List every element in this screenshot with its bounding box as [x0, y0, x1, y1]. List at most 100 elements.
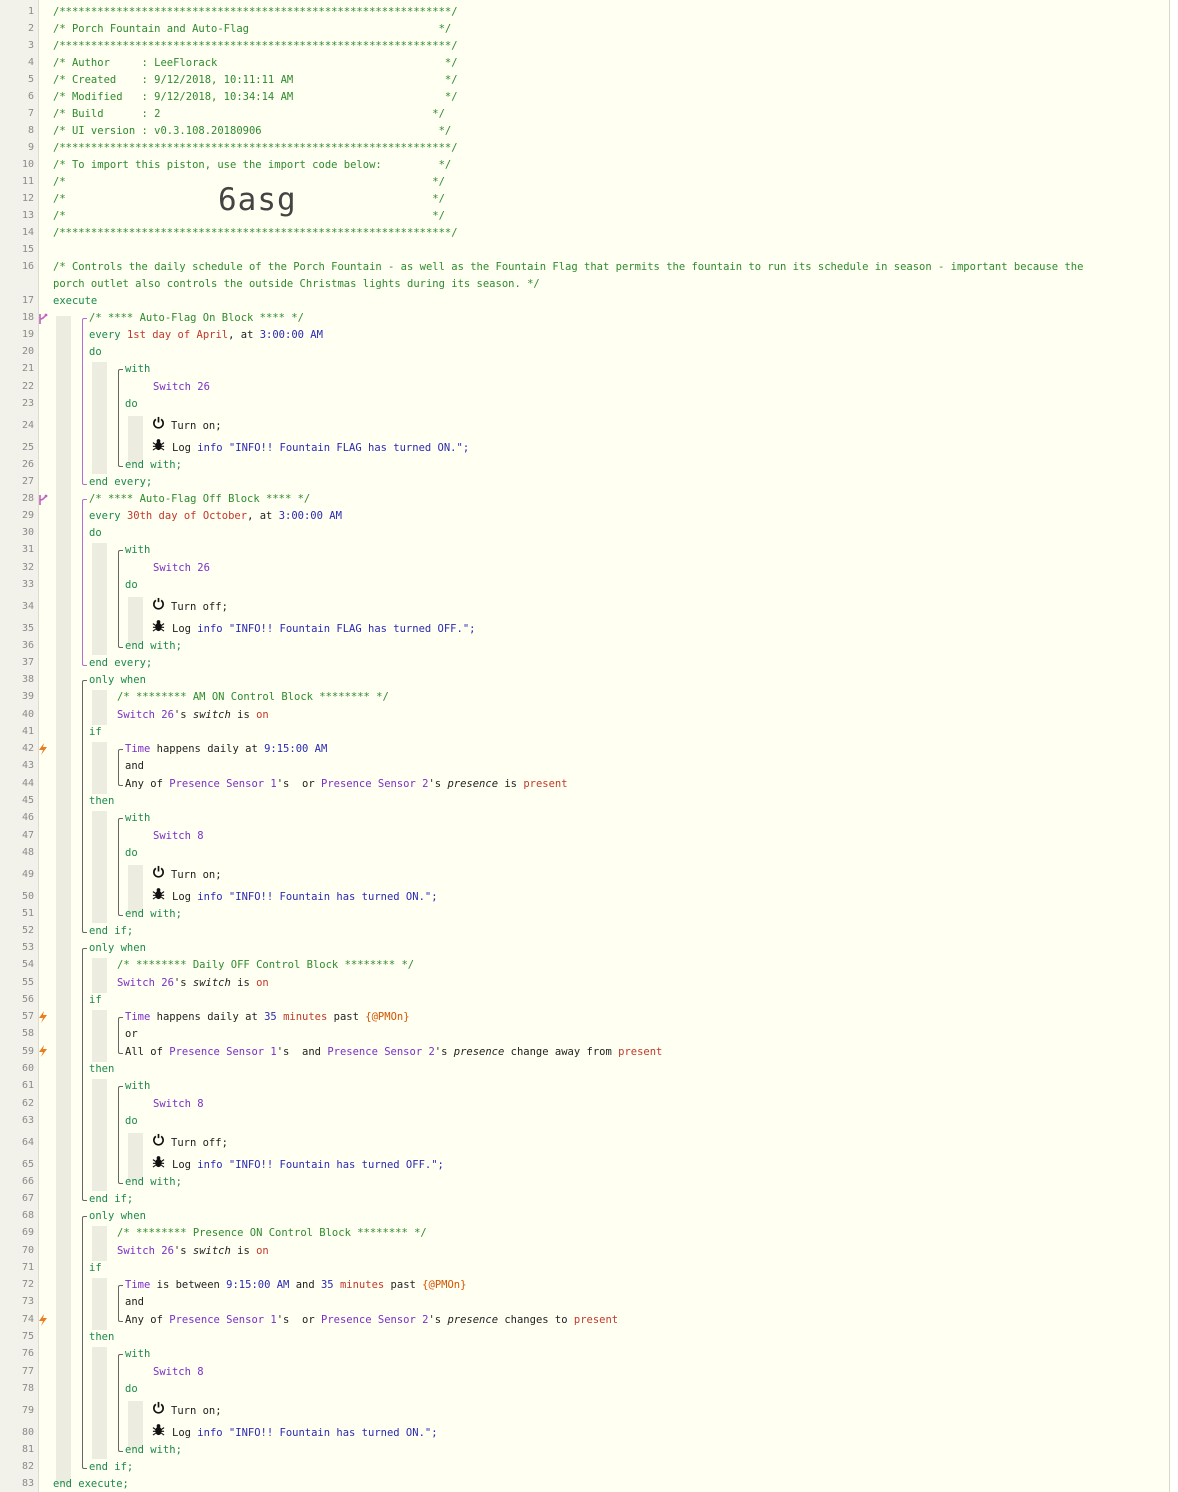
timer-branch-icon[interactable]	[38, 494, 48, 506]
logical-operator[interactable]: and	[125, 1296, 144, 1308]
do-keyword: do	[125, 579, 138, 591]
line-number: 59	[21, 1046, 34, 1057]
then-keyword: then	[89, 1063, 115, 1075]
line-number: 39	[21, 691, 34, 702]
import-code[interactable]: 6asg	[218, 182, 297, 218]
device-name[interactable]: Switch 8	[153, 1098, 204, 1110]
line-number: 64	[21, 1137, 34, 1148]
trigger-condition[interactable]: Any of Presence Sensor 1's or Presence S…	[125, 1314, 618, 1326]
block-bracket-conditions	[118, 749, 123, 786]
bug-icon	[152, 439, 165, 451]
end-with: end with;	[125, 459, 182, 471]
execute-keyword[interactable]: execute	[53, 295, 97, 307]
block-bracket-every	[82, 318, 87, 485]
line-number: 26	[21, 459, 34, 470]
with-keyword[interactable]: with	[125, 363, 150, 375]
line-number: 17	[21, 295, 34, 306]
trigger-condition[interactable]: Time is between 9:15:00 AM and 35 minute…	[125, 1279, 466, 1291]
header-created: /* Created : 9/12/2018, 10:11:11 AM */	[53, 74, 458, 86]
turn-off-command[interactable]: Turn off;	[171, 601, 228, 613]
logical-operator[interactable]: and	[125, 760, 144, 772]
line-number: 68	[21, 1210, 34, 1221]
every-statement[interactable]: every 30th day of October, at 3:00:00 AM	[89, 510, 342, 522]
turn-on-command[interactable]: Turn on;	[171, 1405, 222, 1417]
line-number: 65	[21, 1159, 34, 1170]
trigger-condition[interactable]: Time happens daily at 35 minutes past {@…	[125, 1011, 410, 1023]
trigger-bolt-icon[interactable]	[38, 1314, 48, 1326]
block-bracket-conditions	[118, 1285, 123, 1322]
only-when-keyword[interactable]: only when	[89, 1210, 146, 1222]
restriction-condition[interactable]: Switch 26's switch is on	[117, 709, 269, 721]
end-with: end with;	[125, 640, 182, 652]
line-number: 32	[21, 562, 34, 573]
do-keyword: do	[125, 398, 138, 410]
turn-on-command[interactable]: Turn on;	[171, 420, 222, 432]
restriction-condition[interactable]: Switch 26's switch is on	[117, 1245, 269, 1257]
line-number: 21	[21, 363, 34, 374]
block-bracket-with	[118, 818, 123, 916]
code-editor: 1 2 3 4 5 6 7 8 9 10 11 12 13 14 15 16 17 18 19 20 21 22 23 24 2…	[0, 0, 1170, 1492]
header-build: /* Build : 2 */	[53, 108, 445, 120]
line-number: 10	[21, 159, 34, 170]
line-number: 61	[21, 1080, 34, 1091]
line-number: 19	[21, 329, 34, 340]
turn-on-command[interactable]: Turn on;	[171, 869, 222, 881]
with-keyword[interactable]: with	[125, 544, 150, 556]
logical-operator[interactable]: or	[125, 1028, 138, 1040]
with-keyword[interactable]: with	[125, 1080, 150, 1092]
trigger-bolt-icon[interactable]	[38, 743, 48, 755]
block-bracket-if	[82, 948, 87, 1201]
power-on-icon	[153, 865, 164, 878]
block-bracket-with	[118, 1086, 123, 1184]
line-number: 55	[21, 977, 34, 988]
indent-bar	[92, 1347, 107, 1459]
restriction-condition[interactable]: Switch 26's switch is on	[117, 977, 269, 989]
log-command[interactable]: Log info "INFO!! Fountain has turned OFF…	[172, 1159, 444, 1171]
timer-branch-icon[interactable]	[38, 313, 48, 325]
if-keyword[interactable]: if	[89, 1262, 102, 1274]
trigger-condition[interactable]: Time happens daily at 9:15:00 AM	[125, 743, 327, 755]
line-number: 62	[21, 1098, 34, 1109]
line-number: 45	[21, 795, 34, 806]
log-command[interactable]: Log info "INFO!! Fountain FLAG has turne…	[172, 442, 469, 454]
every-statement[interactable]: every 1st day of April, at 3:00:00 AM	[89, 329, 323, 341]
do-keyword: do	[125, 847, 138, 859]
with-keyword[interactable]: with	[125, 1348, 150, 1360]
block-comment: /* ******** Daily OFF Control Block ****…	[117, 959, 415, 971]
device-name[interactable]: Switch 26	[153, 562, 210, 574]
device-name[interactable]: Switch 8	[153, 830, 204, 842]
trigger-condition[interactable]: All of Presence Sensor 1's and Presence …	[125, 1046, 662, 1058]
only-when-keyword[interactable]: only when	[89, 674, 146, 686]
indent-bar	[92, 958, 107, 993]
turn-off-command[interactable]: Turn off;	[171, 1137, 228, 1149]
log-command[interactable]: Log info "INFO!! Fountain has turned ON.…	[172, 891, 438, 903]
device-name[interactable]: Switch 26	[153, 381, 210, 393]
line-number: 60	[21, 1063, 34, 1074]
line-number: 47	[21, 830, 34, 841]
power-off-icon	[153, 597, 164, 610]
line-number-gutter: 1 2 3 4 5 6 7 8 9 10 11 12 13 14 15 16 17 18 19 20 21 22 23 24 2…	[0, 0, 39, 1492]
end-if: end if;	[89, 925, 134, 937]
with-keyword[interactable]: with	[125, 812, 150, 824]
if-keyword[interactable]: if	[89, 994, 102, 1006]
indent-bar	[128, 865, 143, 913]
log-command[interactable]: Log info "INFO!! Fountain FLAG has turne…	[172, 623, 475, 635]
indent-bar	[92, 362, 107, 474]
line-number: 71	[21, 1262, 34, 1273]
if-keyword[interactable]: if	[89, 726, 102, 738]
trigger-bolt-icon[interactable]	[38, 1045, 48, 1057]
only-when-keyword[interactable]: only when	[89, 942, 146, 954]
line-number: 38	[21, 674, 34, 685]
line-number: 66	[21, 1176, 34, 1187]
power-off-icon	[153, 1133, 164, 1146]
trigger-bolt-icon[interactable]	[38, 1011, 48, 1023]
line-number: 50	[21, 891, 34, 902]
end-execute: end execute;	[53, 1478, 129, 1490]
line-number: 73	[21, 1296, 34, 1307]
header-title: /* Porch Fountain and Auto-Flag */	[53, 23, 452, 35]
device-name[interactable]: Switch 8	[153, 1366, 204, 1378]
line-number: 31	[21, 544, 34, 555]
end-with: end with;	[125, 908, 182, 920]
trigger-condition[interactable]: Any of Presence Sensor 1's or Presence S…	[125, 778, 568, 790]
log-command[interactable]: Log info "INFO!! Fountain has turned ON.…	[172, 1427, 438, 1439]
